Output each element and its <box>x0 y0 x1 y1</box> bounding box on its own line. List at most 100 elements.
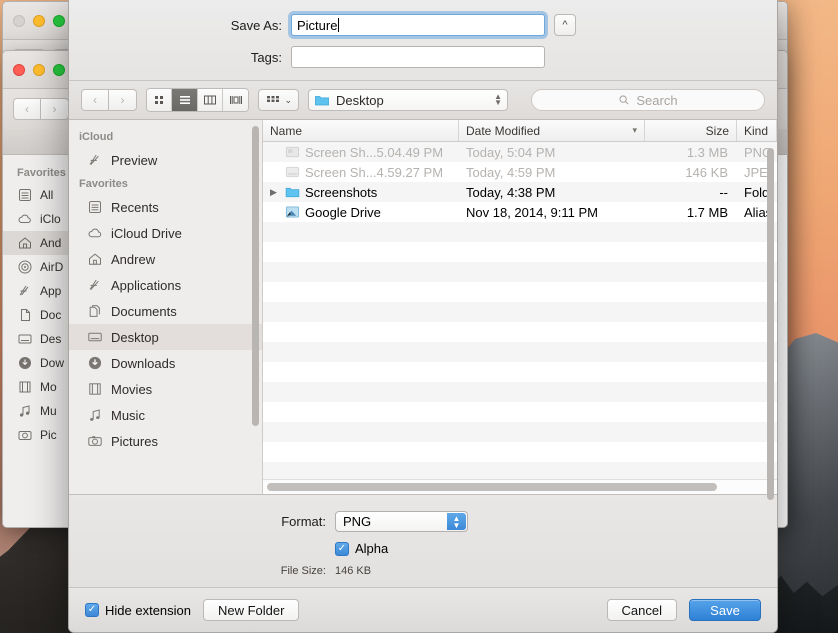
sidebar-item-recents[interactable]: Recents <box>69 194 262 220</box>
tags-input[interactable] <box>291 46 545 68</box>
sidebar-item-downloads[interactable]: Downloads <box>69 350 262 376</box>
hide-extension-checkbox[interactable]: ✓ Hide extension <box>85 603 191 618</box>
sidebar-item-label: Applications <box>111 277 182 293</box>
file-list-vertical-scrollbar[interactable] <box>767 148 774 500</box>
alpha-label: Alpha <box>355 541 389 556</box>
close-button-icon[interactable] <box>13 14 25 27</box>
table-row-empty <box>263 302 777 322</box>
save-dialog-header: Save As: Picture ^ Tags: <box>69 0 777 80</box>
tags-label: Tags: <box>250 49 282 65</box>
icon-view-button[interactable] <box>147 89 173 111</box>
format-popup-button[interactable]: PNG ▲ ▼ <box>335 511 468 532</box>
file-size-cell: 1.7 MB <box>686 204 728 220</box>
file-list-rows: ▶ Screen Sh...5.04.49 PM Today, 5:04 PM … <box>263 142 777 479</box>
format-label: Format: <box>281 514 326 529</box>
forward-button[interactable]: › <box>109 89 137 111</box>
sidebar-item-label: Music <box>111 407 145 423</box>
checkbox-icon: ✓ <box>335 541 349 556</box>
disclosure-triangle-icon: ▶ <box>270 167 280 178</box>
movies-icon <box>89 383 101 395</box>
cancel-button[interactable]: Cancel <box>606 599 677 621</box>
table-row-empty <box>263 242 777 262</box>
sidebar-item-pictures[interactable]: Pictures <box>69 428 262 454</box>
horizontal-scrollbar-thumb[interactable] <box>267 483 718 491</box>
sidebar-item-label: Preview <box>111 152 158 168</box>
back-button[interactable]: ‹ <box>13 98 41 120</box>
sidebar-item-movies[interactable]: Movies <box>69 376 262 402</box>
file-date-cell: Nov 18, 2014, 9:11 PM <box>466 204 599 220</box>
column-header-size[interactable]: Size <box>645 120 737 141</box>
sidebar-item-label: Documents <box>111 303 177 319</box>
traffic-lights-front <box>13 63 65 76</box>
forward-button[interactable]: › <box>41 98 69 120</box>
sidebar-item-music[interactable]: Music <box>69 402 262 428</box>
save-as-input[interactable]: Picture <box>291 14 545 36</box>
minimize-button-icon[interactable] <box>33 63 45 76</box>
folder-icon <box>285 187 300 198</box>
table-row[interactable]: ▶ Google Drive Nov 18, 2014, 9:11 PM 1.7… <box>263 202 777 222</box>
table-row-empty <box>263 282 777 302</box>
column-header-date-modified[interactable]: Date Modified ▾ <box>459 120 645 141</box>
desktop-icon <box>88 332 102 342</box>
sidebar-item-label: Doc <box>40 308 62 322</box>
coverflow-view-button[interactable] <box>223 89 249 111</box>
save-dialog: Save As: Picture ^ Tags: ‹ › ⌄ Desktop ▲… <box>68 0 778 633</box>
format-value: PNG <box>343 514 372 529</box>
sidebar-item-label: Des <box>40 332 62 346</box>
sidebar-item-label: All <box>40 188 54 202</box>
downloads-icon <box>88 356 102 370</box>
table-row[interactable]: ▶ Screenshots Today, 4:38 PM -- Fold <box>263 182 777 202</box>
table-row-empty <box>263 442 777 462</box>
close-button-icon[interactable] <box>13 63 25 76</box>
alpha-checkbox[interactable]: ✓ Alpha <box>335 541 388 556</box>
file-size-cell: -- <box>719 184 728 200</box>
file-size-cell: 1.3 MB <box>686 144 728 160</box>
table-row-empty <box>263 262 777 282</box>
alias-icon <box>285 206 300 218</box>
minimize-button-icon[interactable] <box>33 14 45 27</box>
sidebar-scrollbar[interactable] <box>252 126 259 426</box>
file-list-header: Name Date Modified ▾ Size Kind <box>263 120 777 142</box>
file-name-cell: ▶ Screen Sh...4.59.27 PM <box>263 165 459 180</box>
sidebar-item-preview[interactable]: Preview <box>69 147 262 173</box>
table-row-empty <box>263 422 777 442</box>
save-button[interactable]: Save <box>689 599 761 621</box>
table-row[interactable]: ▶ Screen Sh...5.04.49 PM Today, 5:04 PM … <box>263 142 777 162</box>
disclosure-triangle-icon[interactable]: ▶ <box>270 187 280 198</box>
folder-icon <box>315 96 329 106</box>
sidebar-item-icloud-drive[interactable]: iCloud Drive <box>69 220 262 246</box>
format-row: Format: PNG ▲ ▼ <box>69 511 777 532</box>
sidebar-item-desktop[interactable]: Desktop <box>69 324 262 350</box>
zoom-button-icon[interactable] <box>53 63 65 76</box>
path-popup-button[interactable]: Desktop ▲ ▼ <box>308 89 508 111</box>
zoom-button-icon[interactable] <box>53 14 65 27</box>
search-input[interactable]: Search <box>531 89 765 111</box>
browser-toolbar: ‹ › ⌄ Desktop ▲ ▼ Search <box>69 80 777 120</box>
list-view-button[interactable] <box>172 89 198 111</box>
recents-icon <box>89 201 101 213</box>
sidebar-item-label: Pic <box>40 428 57 442</box>
arrange-by-button[interactable]: ⌄ <box>258 89 299 111</box>
sidebar-item-andrew[interactable]: Andrew <box>69 246 262 272</box>
hide-extension-label: Hide extension <box>105 602 191 618</box>
home-icon <box>89 253 101 265</box>
column-header-name[interactable]: Name <box>263 120 459 141</box>
sidebar-item-label: App <box>40 284 62 298</box>
column-header-kind[interactable]: Kind <box>737 120 777 141</box>
new-folder-button[interactable]: New Folder <box>203 599 300 621</box>
table-row-empty <box>263 362 777 382</box>
sidebar-item-label: Dow <box>40 356 65 370</box>
pictures-icon <box>88 436 102 446</box>
column-view-button[interactable] <box>197 89 224 111</box>
table-row-empty <box>263 402 777 422</box>
table-row-empty <box>263 382 777 402</box>
table-row[interactable]: ▶ Screen Sh...4.59.27 PM Today, 4:59 PM … <box>263 162 777 182</box>
back-button[interactable]: ‹ <box>81 89 109 111</box>
file-list: Name Date Modified ▾ Size Kind ▶ Screen … <box>263 120 777 500</box>
chevron-up-icon[interactable]: ^ <box>554 14 576 36</box>
file-list-horizontal-scrollbar[interactable] <box>263 479 777 494</box>
sidebar-item-documents[interactable]: Documents <box>69 298 262 324</box>
sidebar-item-applications[interactable]: Applications <box>69 272 262 298</box>
file-name-label: Screen Sh...5.04.49 PM <box>305 144 444 160</box>
checkbox-icon: ✓ <box>85 603 99 617</box>
